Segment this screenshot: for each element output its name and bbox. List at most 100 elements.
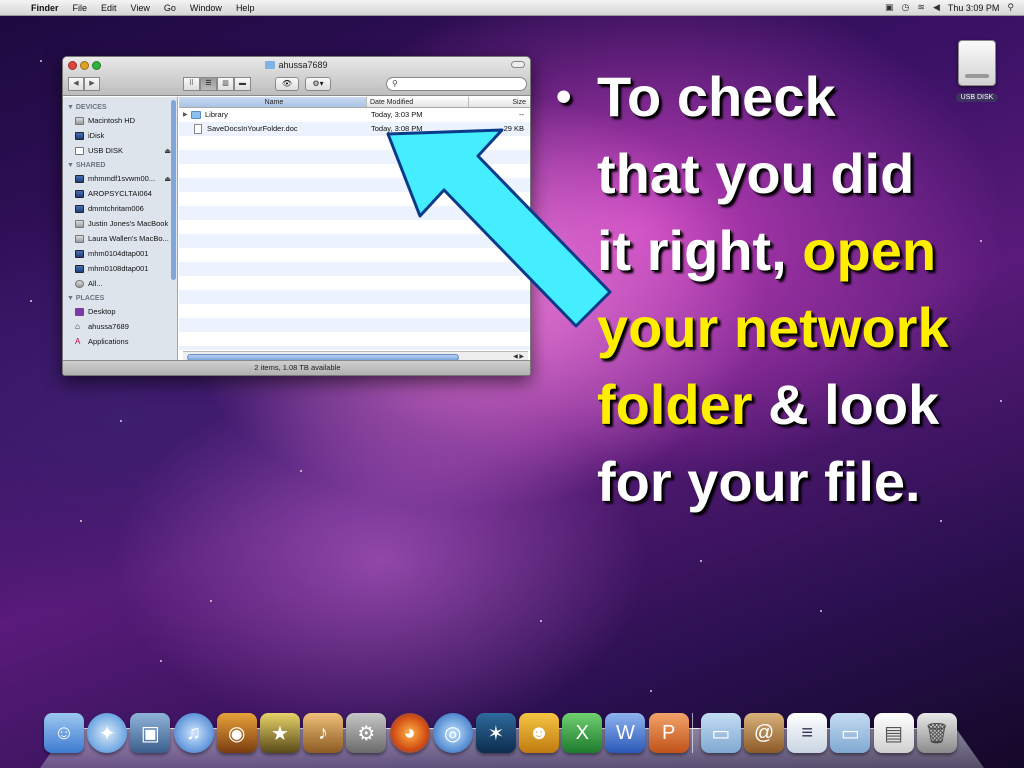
sidebar-scrollbar[interactable] — [171, 100, 176, 280]
idisk-icon — [75, 131, 84, 140]
document-icon — [194, 124, 202, 134]
disclosure-triangle-icon[interactable]: ▶ — [183, 108, 191, 122]
sidebar-item-macintosh-hd[interactable]: Macintosh HD — [63, 113, 177, 128]
sidebar-item-shared-7[interactable]: mhm0108dtap001 — [63, 261, 177, 276]
pointer-arrow — [386, 128, 612, 328]
column-view-button[interactable]: ▥ — [217, 77, 234, 91]
sidebar-item-shared-5[interactable]: Laura Wallen's MacBo... — [63, 231, 177, 246]
volume-icon[interactable]: ◀ — [933, 2, 940, 13]
iphoto-icon[interactable]: ▣ — [130, 713, 171, 753]
network-icon — [75, 279, 84, 288]
arrow-shape — [386, 128, 612, 328]
sidebar-item-label: mhm0108dtap001 — [88, 264, 149, 273]
slide-line-2: that you did — [597, 142, 915, 205]
computer-icon — [75, 204, 84, 213]
sidebar-item-shared-4[interactable]: Justin Jones's MacBook — [63, 216, 177, 231]
time-machine-icon[interactable]: ◷ — [902, 2, 910, 13]
safari-icon[interactable]: ✦ — [87, 713, 128, 753]
menu-help[interactable]: Help — [229, 3, 262, 13]
forward-button[interactable]: ▶ — [84, 77, 100, 91]
column-header-size[interactable]: Size — [469, 97, 530, 107]
smiley-app-icon[interactable]: ☻ — [519, 713, 560, 753]
imovie-icon[interactable]: ★ — [259, 713, 300, 753]
quick-look-button[interactable]: 👁 — [275, 77, 299, 91]
sidebar-header-places: ▼ PLACES — [67, 295, 105, 302]
address-book-icon[interactable]: @ — [744, 713, 784, 753]
usb-drive-icon — [75, 146, 84, 155]
column-header-name[interactable]: Name — [179, 97, 367, 107]
garageband-icon[interactable]: ♪ — [303, 713, 344, 753]
sidebar-item-label: AROPSYCLTAI064 — [88, 189, 152, 198]
sidebar-item-label: USB DISK — [88, 146, 124, 155]
toolbar-toggle-button[interactable] — [511, 61, 525, 68]
firefox-icon[interactable]: ◕ — [389, 713, 430, 753]
sidebar-item-shared-1[interactable]: mhmmdf1svwm00... ⏏ — [63, 171, 177, 186]
eject-icon[interactable]: ⏏ — [164, 175, 171, 183]
sidebar-item-shared-3[interactable]: dmmtchritam006 — [63, 201, 177, 216]
menu-go[interactable]: Go — [157, 3, 183, 13]
slide-highlight: open — [802, 219, 937, 282]
word-icon[interactable]: W — [605, 713, 646, 753]
computer-icon — [75, 174, 84, 183]
pdf-icon[interactable]: ▤ — [873, 713, 914, 753]
spotlight-icon[interactable]: ⚲ — [1007, 2, 1014, 13]
status-bar: 2 items, 1.08 TB available — [63, 360, 530, 375]
search-field[interactable]: ⚲ — [386, 77, 527, 91]
coverflow-view-button[interactable]: ▬ — [234, 77, 251, 91]
file-name: SaveDocsInYourFolder.doc — [207, 124, 298, 133]
computer-icon — [75, 249, 84, 258]
file-name: Library — [205, 110, 228, 119]
icon-view-button[interactable]: ⠿ — [183, 77, 200, 91]
sidebar-item-shared-6[interactable]: mhm0104dtap001 — [63, 246, 177, 261]
sidebar-item-usb-disk[interactable]: USB DISK ⏏ — [63, 143, 177, 158]
finder-sidebar: ▼ DEVICES Macintosh HD iDisk USB DISK ⏏ ▼… — [63, 97, 178, 362]
menu-clock[interactable]: Thu 3:09 PM — [948, 3, 1000, 13]
menu-finder[interactable]: Finder — [24, 3, 66, 13]
powerpoint-icon[interactable]: P — [648, 713, 689, 753]
sidebar-item-idisk[interactable]: iDisk — [63, 128, 177, 143]
sidebar-item-home[interactable]: ⌂ ahussa7689 — [63, 319, 177, 334]
excel-icon[interactable]: X — [562, 713, 603, 753]
sidebar-item-desktop[interactable]: Desktop — [63, 304, 177, 319]
sidebar-item-shared-all[interactable]: All... — [63, 276, 177, 291]
photo-booth-icon[interactable]: ◉ — [216, 713, 257, 753]
view-switcher: ⠿ ☰ ▥ ▬ — [183, 77, 251, 91]
list-view-button[interactable]: ☰ — [200, 77, 217, 91]
menu-bar: Finder File Edit View Go Window Help ▣ ◷… — [0, 0, 1024, 16]
back-forward-control: ◀ ▶ — [68, 77, 100, 91]
trash-icon[interactable]: 🗑 — [916, 713, 957, 753]
sidebar-item-label: All... — [88, 279, 103, 288]
stellarium-icon[interactable]: ✶ — [475, 713, 516, 753]
applications-icon: A — [75, 336, 81, 346]
bullet-mark: • — [556, 72, 572, 121]
column-header-date[interactable]: Date Modified — [367, 97, 469, 107]
sidebar-item-shared-2[interactable]: AROPSYCLTAI064 — [63, 186, 177, 201]
sidebar-header-shared: ▼ SHARED — [67, 162, 106, 169]
back-button[interactable]: ◀ — [68, 77, 84, 91]
list-header: Name Date Modified Size — [179, 97, 530, 108]
applications-folder-icon[interactable]: ▭ — [700, 713, 741, 753]
wifi-icon[interactable]: ≋ — [917, 2, 925, 13]
slide-line-4: your network — [597, 296, 949, 359]
menu-file[interactable]: File — [66, 3, 95, 13]
action-menu-button[interactable]: ⚙▾ — [305, 77, 331, 91]
laptop-icon — [75, 234, 84, 243]
window-titlebar[interactable]: ahussa7689 ◀ ▶ ⠿ ☰ ▥ ▬ 👁 ⚙▾ ⚲ — [63, 57, 530, 96]
sidebar-item-label: iDisk — [88, 131, 105, 140]
status-icon[interactable]: ▣ — [885, 2, 894, 13]
menu-window[interactable]: Window — [183, 3, 229, 13]
sidebar-item-label: mhm0104dtap001 — [88, 249, 149, 258]
sidebar-item-applications[interactable]: A Applications — [63, 334, 177, 349]
home-icon: ⌂ — [75, 321, 80, 331]
system-preferences-icon[interactable]: ⚙ — [346, 713, 387, 753]
menu-edit[interactable]: Edit — [94, 3, 124, 13]
eject-icon[interactable]: ⏏ — [164, 147, 171, 155]
itunes-icon[interactable]: ♫ — [173, 713, 214, 753]
downloads-folder-icon[interactable]: ▭ — [830, 713, 871, 753]
sidebar-item-label: Justin Jones's MacBook — [88, 219, 169, 228]
sidebar-item-label: mhmmdf1svwm00... — [88, 174, 156, 183]
menu-view[interactable]: View — [124, 3, 157, 13]
finder-icon[interactable]: ☺ — [44, 713, 84, 753]
dvd-player-icon[interactable]: ◎ — [432, 713, 473, 753]
documents-icon[interactable]: ≡ — [787, 713, 828, 753]
